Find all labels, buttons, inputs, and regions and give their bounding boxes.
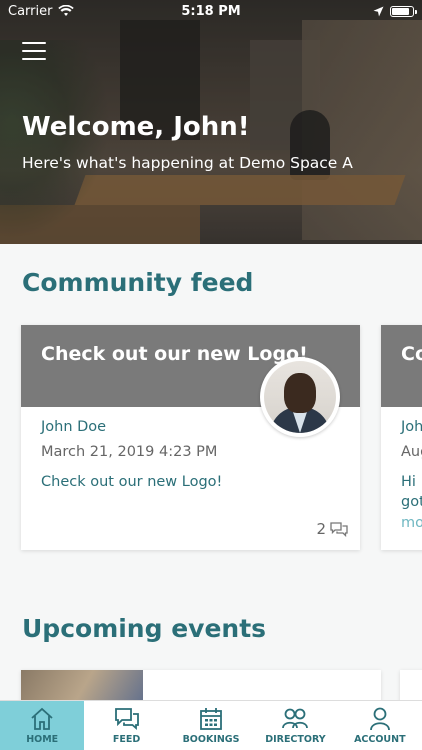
feed-card[interactable]: Check out our new Logo! John Doe March 2… xyxy=(21,325,360,550)
upcoming-events-title: Upcoming events xyxy=(22,614,267,643)
tab-account[interactable]: ACCOUNT xyxy=(338,701,422,750)
avatar-face xyxy=(284,373,316,413)
feed-card-author[interactable]: John Doe xyxy=(41,419,106,435)
menu-button[interactable] xyxy=(22,42,46,60)
read-more-link[interactable]: mo xyxy=(401,515,422,531)
person-icon xyxy=(369,707,390,730)
comments-button[interactable]: 2 xyxy=(316,520,348,538)
welcome-subtitle: Here's what's happening at Demo Space A xyxy=(22,154,353,172)
hamburger-line xyxy=(22,58,46,60)
battery-icon xyxy=(390,5,417,17)
tab-label: ACCOUNT xyxy=(354,733,406,745)
feed-card-date: March 21, 2019 4:23 PM xyxy=(41,444,218,460)
feed-card[interactable]: Co op Joh Aug Hi got mo xyxy=(381,325,422,550)
feed-card-body: Check out our new Logo! xyxy=(41,474,223,490)
tab-home[interactable]: HOME xyxy=(0,701,85,750)
hamburger-line xyxy=(22,50,46,52)
feed-card-body: Hi xyxy=(401,474,416,490)
calendar-icon xyxy=(200,707,222,730)
tab-bookings[interactable]: BOOKINGS xyxy=(169,701,253,750)
home-icon xyxy=(31,707,53,730)
status-bar: Carrier 5:18 PM xyxy=(0,0,422,22)
tab-label: FEED xyxy=(112,733,141,745)
tab-label: HOME xyxy=(26,733,59,745)
feed-card-date: Aug xyxy=(401,444,422,460)
location-arrow-icon xyxy=(373,6,384,16)
tab-directory[interactable]: DIRECTORY xyxy=(253,701,337,750)
feed-card-body-line: got xyxy=(401,494,422,510)
tab-label: BOOKINGS xyxy=(182,733,240,745)
chat-icon xyxy=(114,707,139,730)
people-icon xyxy=(282,708,309,728)
wifi-icon xyxy=(58,5,75,16)
welcome-heading: Welcome, John! xyxy=(22,112,250,142)
avatar xyxy=(260,357,340,437)
feed-card-author[interactable]: Joh xyxy=(401,419,422,435)
community-feed-title: Community feed xyxy=(22,268,254,297)
tab-feed[interactable]: FEED xyxy=(84,701,168,750)
hamburger-icon xyxy=(22,42,46,44)
comment-count: 2 xyxy=(316,520,326,538)
comments-icon xyxy=(330,521,348,537)
tab-label: DIRECTORY xyxy=(265,733,326,745)
avatar-photo xyxy=(264,361,336,433)
tab-bar: HOME FEED BOOKINGS DIRECTORY ACCOUNT xyxy=(0,700,422,750)
carrier-label: Carrier xyxy=(8,3,53,19)
feed-card-heading: Co op xyxy=(381,325,422,407)
